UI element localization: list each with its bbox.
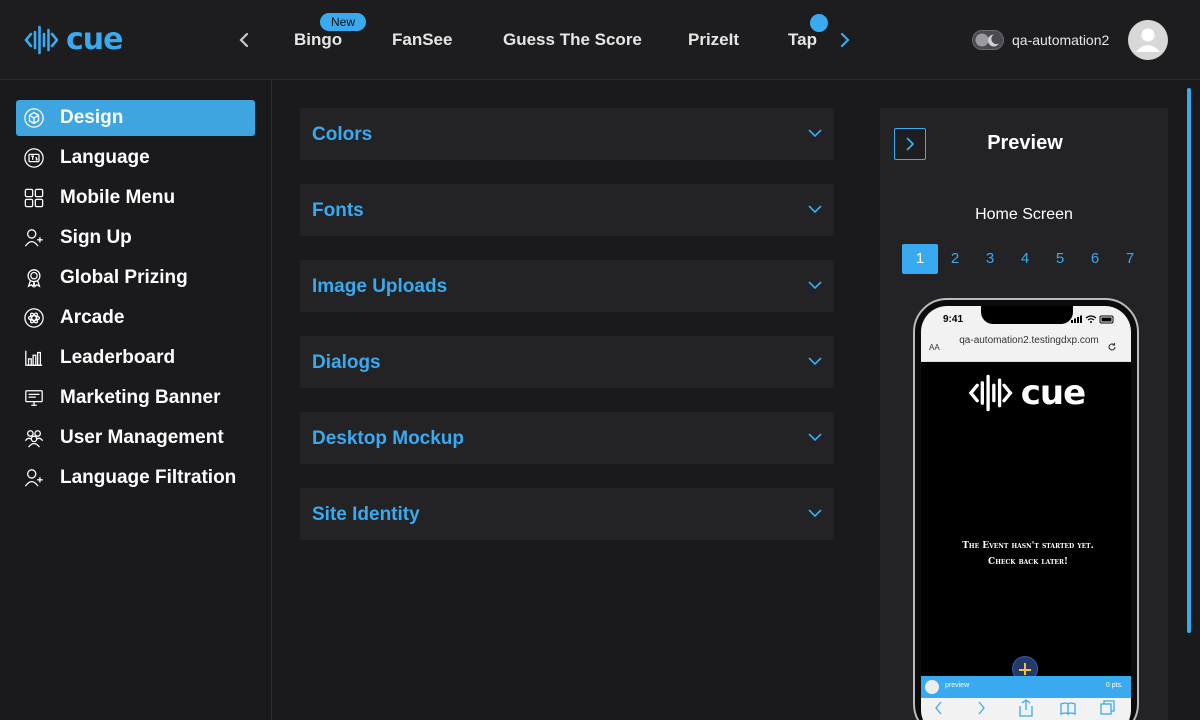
username[interactable]: qa-automation2	[1012, 32, 1109, 48]
sidebar-item-label: Mobile Menu	[60, 187, 176, 208]
monitor-icon	[24, 388, 44, 408]
sidebar-item-label: Sign Up	[60, 227, 132, 248]
chevron-down-icon	[808, 281, 822, 290]
reload-icon	[1108, 343, 1116, 351]
soundwave-logo-icon	[24, 25, 58, 55]
page-button-3[interactable]: 3	[972, 244, 1008, 274]
sidebar-item-label: Global Prizing	[60, 267, 188, 288]
phone-notch	[981, 306, 1073, 324]
page-button-1[interactable]: 1	[902, 244, 938, 274]
tab-fansee[interactable]: FanSee	[392, 30, 452, 50]
sidebar-item-sign-up[interactable]: Sign Up	[16, 220, 255, 256]
sidebar-item-language-filtration[interactable]: Language Filtration	[16, 460, 255, 496]
top-bar: cue Bingo New FanSee Guess The Score Pri…	[0, 0, 1200, 80]
logo-text: cue	[66, 22, 123, 57]
phone-time: 9:41	[943, 314, 964, 325]
phone-status-bar: 9:41	[921, 306, 1131, 332]
page-button-6[interactable]: 6	[1077, 244, 1113, 274]
sidebar-item-marketing-banner[interactable]: Marketing Banner	[16, 380, 255, 416]
sidebar-item-language[interactable]: Language	[16, 140, 255, 176]
section-desktop-mockup[interactable]: Desktop Mockup	[300, 412, 834, 464]
section-title: Fonts	[312, 200, 364, 221]
tab-badge-dot	[810, 14, 828, 32]
sidebar-item-label: Language Filtration	[60, 467, 237, 488]
chevron-down-icon	[808, 433, 822, 442]
avatar[interactable]	[1128, 20, 1168, 60]
cue-logo[interactable]: cue	[24, 22, 123, 58]
sidebar-item-arcade[interactable]: Arcade	[16, 300, 255, 336]
chevron-right-icon[interactable]	[837, 28, 853, 52]
section-title: Dialogs	[312, 352, 381, 373]
theme-toggle-icon[interactable]	[972, 30, 1004, 50]
section-dialogs[interactable]: Dialogs	[300, 336, 834, 388]
event-not-started-message: The Event hasn't started yet. Check back…	[962, 541, 1094, 567]
new-badge: New	[320, 13, 366, 31]
user-icon	[1136, 28, 1160, 52]
section-title: Desktop Mockup	[312, 428, 465, 449]
chevron-down-icon	[808, 129, 822, 138]
chevron-down-icon	[808, 509, 822, 518]
sidebar-item-design[interactable]: Design	[16, 100, 255, 136]
user-add-icon	[24, 228, 44, 248]
phone-url-bar: AA qa-automation2.testingdxp.com	[921, 332, 1131, 362]
chevron-down-icon	[808, 205, 822, 214]
phone-user-bar: preview 0 pts.	[921, 676, 1131, 698]
sidebar: Design Language Mobile Menu Sign Up Glob…	[0, 80, 272, 720]
game-tabs: Bingo New FanSee Guess The Score PrizeIt…	[262, 0, 832, 80]
users-icon	[24, 428, 44, 448]
atom-icon	[24, 308, 44, 328]
award-icon	[24, 268, 44, 288]
section-title: Colors	[312, 124, 373, 145]
sidebar-item-user-management[interactable]: User Management	[16, 420, 255, 456]
phone-avatar	[925, 680, 939, 694]
soundwave-logo-icon	[968, 374, 1013, 412]
page-button-5[interactable]: 5	[1042, 244, 1078, 274]
page-button-7[interactable]: 7	[1112, 244, 1148, 274]
phone-app-logo: cue	[921, 368, 1131, 418]
grid-icon	[24, 188, 44, 208]
chart-icon	[24, 348, 44, 368]
chevron-left-icon[interactable]	[236, 28, 252, 52]
page-button-4[interactable]: 4	[1007, 244, 1043, 274]
tab-guess-the-score[interactable]: Guess The Score	[503, 30, 642, 50]
browser-toolbar-icons	[935, 699, 1115, 717]
page-scrollbar[interactable]	[1187, 88, 1191, 633]
tab-tap[interactable]: Tap	[788, 30, 817, 50]
page-button-2[interactable]: 2	[937, 244, 973, 274]
status-icons	[1071, 315, 1114, 324]
section-title: Site Identity	[312, 504, 420, 525]
section-site-identity[interactable]: Site Identity	[300, 488, 834, 540]
phone-logo-text: cue	[1020, 373, 1086, 413]
sidebar-item-mobile-menu[interactable]: Mobile Menu	[16, 180, 255, 216]
sidebar-item-label: Design	[60, 107, 124, 128]
screen-name: Home Screen	[975, 206, 1073, 223]
sidebar-item-label: Arcade	[60, 307, 125, 328]
tab-bingo[interactable]: Bingo	[294, 30, 342, 50]
sidebar-item-leaderboard[interactable]: Leaderboard	[16, 340, 255, 376]
text-size-button: AA	[929, 343, 940, 352]
preview-panel: Preview Home Screen 1 2 3 4 5 6 7 9:41 A…	[880, 108, 1168, 720]
section-image-uploads[interactable]: Image Uploads	[300, 260, 834, 312]
sidebar-item-label: Language	[60, 147, 150, 168]
phone-url: qa-automation2.testingdxp.com	[959, 335, 1099, 346]
phone-mockup: 9:41 AA qa-automation2.testingdxp.com cu…	[913, 298, 1139, 720]
sidebar-item-label: Marketing Banner	[60, 387, 221, 408]
tab-prizeit[interactable]: PrizeIt	[688, 30, 739, 50]
user-add-icon	[24, 468, 44, 488]
language-icon	[24, 148, 44, 168]
phone-username: preview	[945, 682, 970, 689]
phone-screen: 9:41 AA qa-automation2.testingdxp.com cu…	[921, 306, 1131, 720]
section-title: Image Uploads	[312, 276, 448, 297]
phone-points: 0 pts.	[1105, 682, 1123, 689]
cube-icon	[24, 108, 44, 128]
preview-title: Preview	[987, 132, 1063, 154]
section-fonts[interactable]: Fonts	[300, 184, 834, 236]
sidebar-item-label: Leaderboard	[60, 347, 176, 368]
section-colors[interactable]: Colors	[300, 108, 834, 160]
chevron-down-icon	[808, 357, 822, 366]
sidebar-item-label: User Management	[60, 427, 224, 448]
sidebar-item-global-prizing[interactable]: Global Prizing	[16, 260, 255, 296]
phone-browser-toolbar	[921, 698, 1131, 720]
